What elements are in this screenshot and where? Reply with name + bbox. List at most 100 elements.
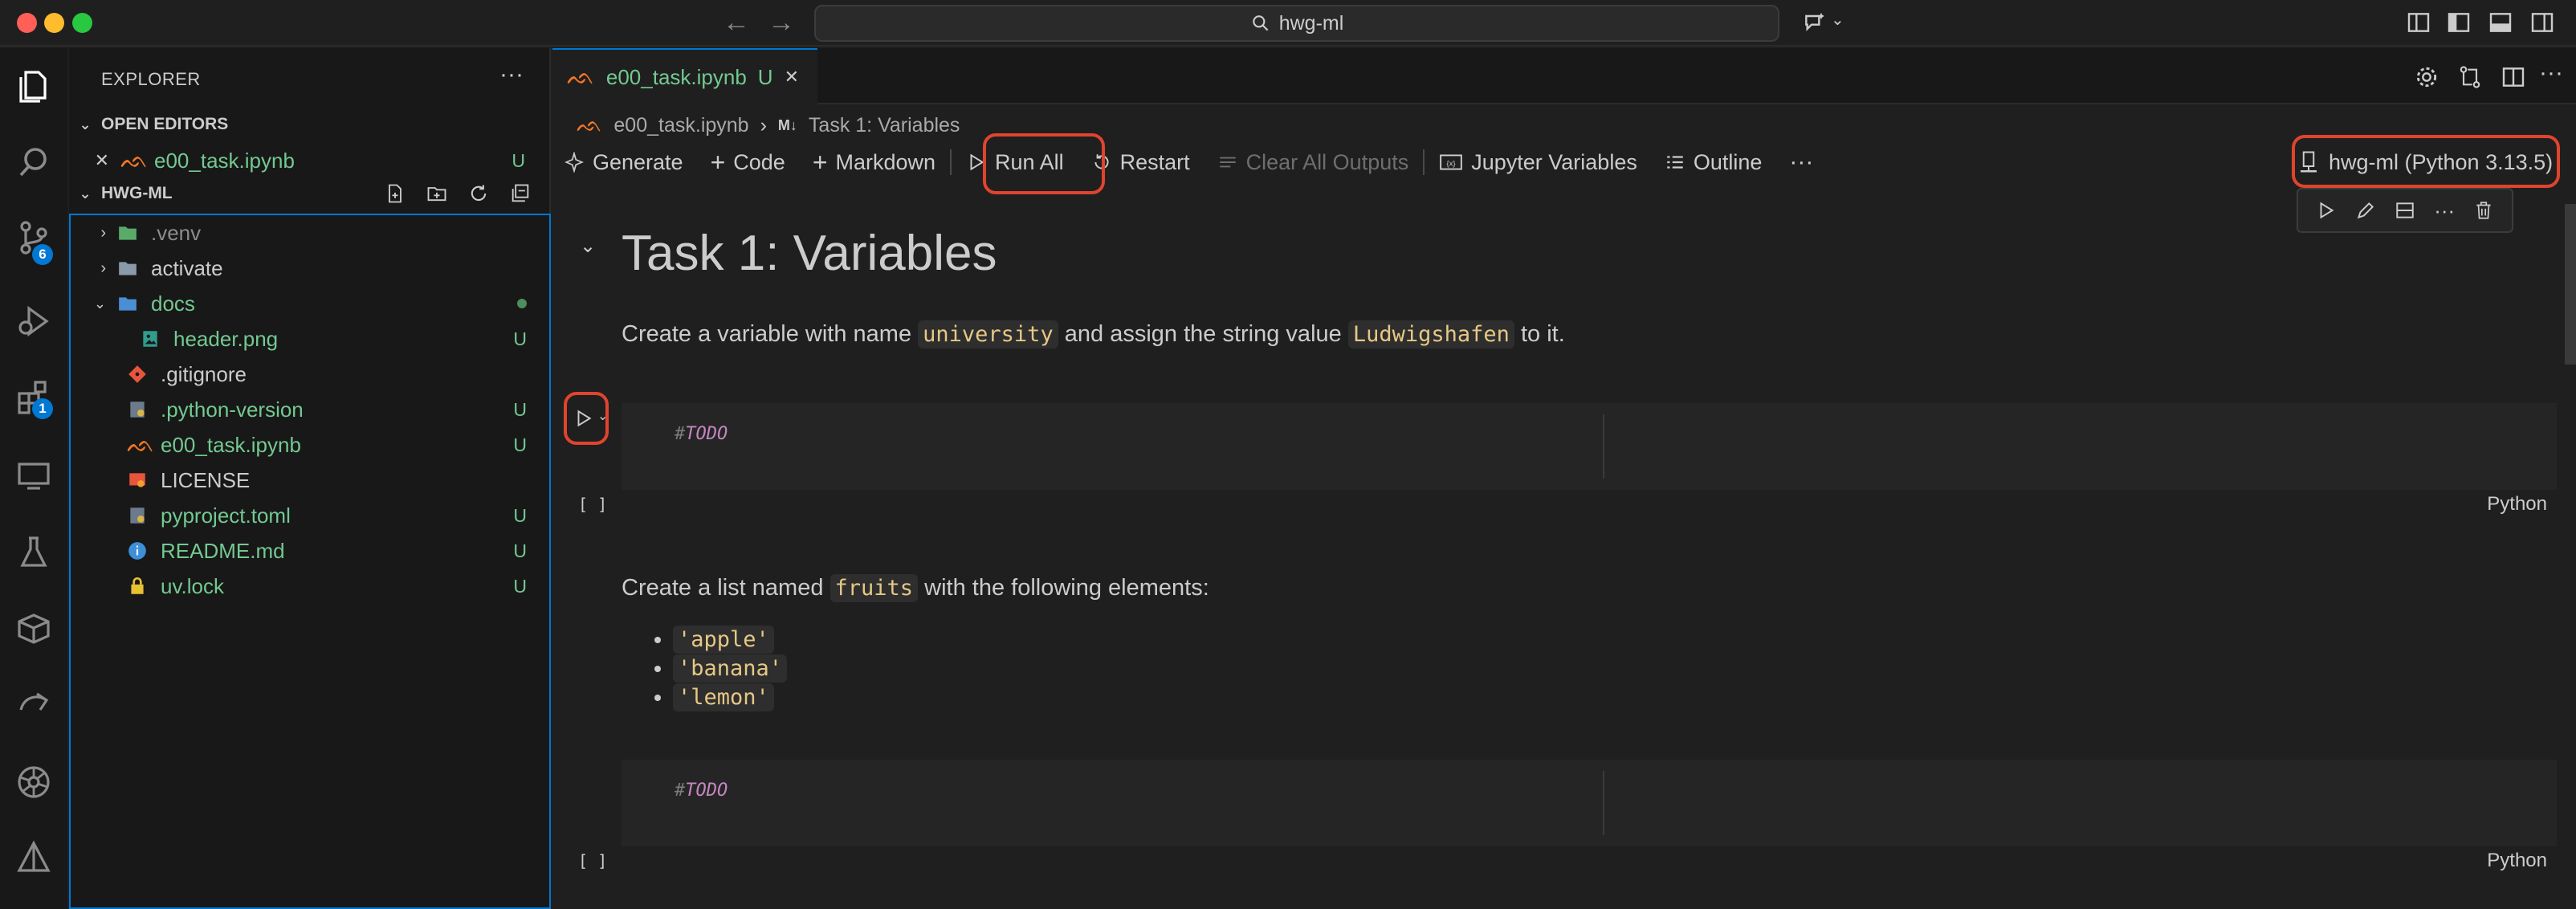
tree-item-readme[interactable]: README.md U	[71, 533, 551, 569]
close-window-button[interactable]	[17, 13, 37, 33]
run-cell-icon[interactable]	[573, 408, 594, 429]
split-editor-icon[interactable]	[2501, 64, 2526, 90]
config-file-icon	[130, 402, 145, 418]
copilot-icon[interactable]	[1802, 10, 1828, 35]
containers-icon[interactable]	[14, 609, 53, 647]
list-item: 'banana'	[673, 654, 788, 684]
split-cell-icon[interactable]	[2395, 200, 2415, 221]
restart-button[interactable]: Restart	[1091, 150, 1190, 175]
plus-icon: +	[812, 147, 828, 177]
toggle-secondary-sidebar-icon[interactable]	[2529, 10, 2555, 35]
command-center-search[interactable]: hwg-ml	[814, 5, 1779, 42]
customize-layout-icon[interactable]	[2406, 10, 2431, 35]
code-content[interactable]: #TODO	[675, 424, 728, 444]
cell-language[interactable]: Python	[2487, 493, 2547, 516]
search-text: hwg-ml	[1278, 11, 1344, 35]
search-icon	[1252, 15, 1269, 31]
testing-icon[interactable]	[14, 533, 53, 572]
markdown-paragraph-1: Create a variable with name university a…	[622, 320, 1565, 349]
tree-item-e00-task[interactable]: ᨒ e00_task.ipynb U	[71, 427, 551, 463]
kubernetes-icon[interactable]	[14, 763, 53, 801]
run-cell-icon[interactable]	[2316, 200, 2337, 221]
open-editors-header[interactable]: ⌄ OPEN EDITORS	[69, 108, 551, 141]
markdown-icon: M↓	[777, 116, 797, 133]
kernel-picker[interactable]: hwg-ml (Python 3.13.5)	[2298, 143, 2555, 181]
tree-item-venv[interactable]: › .venv	[71, 215, 551, 251]
minimize-window-button[interactable]	[44, 13, 64, 33]
tab-e00-task[interactable]: ᨒ e00_task.ipynb U ✕	[552, 48, 817, 104]
run-debug-icon[interactable]	[14, 302, 53, 340]
maximize-window-button[interactable]	[72, 13, 92, 33]
gear-icon[interactable]	[2414, 64, 2439, 90]
markdown-paragraph-2: Create a list named fruits with the foll…	[622, 574, 1209, 602]
toml-file-icon	[130, 507, 145, 524]
more-actions-icon[interactable]: ···	[1789, 149, 1813, 176]
outline-button[interactable]: Outline	[1665, 150, 1762, 175]
new-folder-icon[interactable]	[426, 182, 448, 205]
jupyter-file-icon: ᨒ	[577, 112, 603, 137]
tree-item-pyproject[interactable]: pyproject.toml U	[71, 498, 551, 533]
tree-item-header-png[interactable]: header.png U	[71, 321, 551, 357]
vertical-scrollbar[interactable]	[2565, 204, 2576, 365]
code-cell-2[interactable]: #TODO	[622, 760, 2557, 846]
project-header[interactable]: ⌄ HWG-ML	[69, 177, 551, 210]
tree-item-license[interactable]: LICENSE	[71, 463, 551, 498]
delete-icon[interactable]	[2473, 200, 2494, 221]
list-icon	[1667, 156, 1683, 169]
jupyter-variables-button[interactable]: {x} Jupyter Variables	[1439, 150, 1637, 175]
clear-all-outputs-button[interactable]: Clear All Outputs	[1217, 150, 1408, 175]
notebook-editor: ᨒ e00_task.ipynb U ✕ ··· ᨒ e00_task.ipyn…	[552, 48, 2576, 909]
tree-item-gitignore[interactable]: .gitignore	[71, 357, 551, 392]
search-icon[interactable]	[14, 143, 53, 181]
collapse-all-icon[interactable]	[509, 182, 532, 205]
jupyter-file-icon: ᨒ	[127, 432, 155, 457]
source-control-badge: 6	[32, 244, 53, 265]
tree-item-docs[interactable]: ⌄ docs	[71, 286, 551, 321]
compare-changes-icon[interactable]	[2457, 64, 2483, 90]
more-actions-icon[interactable]: ···	[2434, 198, 2455, 223]
extensions-badge: 1	[32, 398, 53, 419]
breadcrumb-file[interactable]: e00_task.ipynb	[613, 114, 748, 137]
explorer-icon[interactable]	[14, 67, 53, 106]
cell-toolbar: ···	[2297, 188, 2513, 233]
open-editor-item[interactable]: ✕ ᨒ e00_task.ipynb U	[69, 143, 549, 178]
breadcrumb-section[interactable]: Task 1: Variables	[809, 114, 960, 137]
tree-item-python-version[interactable]: .python-version U	[71, 392, 551, 427]
chevron-down-icon[interactable]: ⌄	[1831, 10, 1844, 30]
more-actions-icon[interactable]: ···	[499, 61, 524, 88]
back-arrow-icon[interactable]: ←	[723, 8, 750, 37]
jupyter-file-icon: ᨒ	[567, 63, 595, 89]
more-actions-icon[interactable]: ···	[2539, 59, 2563, 87]
tree-item-uv-lock[interactable]: uv.lock U	[71, 569, 551, 604]
refresh-icon[interactable]	[467, 182, 490, 205]
file-tree: › .venv › activate ⌄ docs header.png U .…	[69, 214, 551, 909]
tree-item-activate[interactable]: › activate	[71, 251, 551, 286]
close-icon[interactable]: ✕	[785, 67, 799, 88]
edit-icon[interactable]	[2355, 200, 2376, 221]
code-cell-1[interactable]: #TODO	[622, 403, 2557, 490]
chevron-down-icon[interactable]: ⌄	[597, 408, 608, 424]
remote-icon[interactable]	[14, 684, 53, 723]
toolbar-divider	[1423, 149, 1425, 175]
add-markdown-button[interactable]: + Markdown	[813, 148, 935, 177]
tab-bar: ᨒ e00_task.ipynb U ✕ ···	[552, 48, 2576, 104]
title-bar: ← → hwg-ml ⌄	[0, 0, 2576, 47]
toggle-primary-sidebar-icon[interactable]	[2446, 10, 2472, 35]
chevron-right-icon: ›	[100, 223, 106, 242]
remote-explorer-icon[interactable]	[14, 456, 53, 495]
cell-language[interactable]: Python	[2487, 850, 2547, 872]
collapse-chevron-icon[interactable]: ⌄	[580, 234, 596, 258]
generate-button[interactable]: Generate	[564, 150, 683, 175]
add-code-button[interactable]: + Code	[711, 148, 785, 177]
forward-arrow-icon[interactable]: →	[768, 8, 795, 37]
code-content[interactable]: #TODO	[675, 781, 728, 801]
clear-all-icon	[1219, 157, 1236, 168]
inline-code: fruits	[829, 574, 919, 602]
info-icon	[128, 542, 146, 560]
fruit-list: 'apple' 'banana' 'lemon'	[654, 626, 788, 713]
close-icon[interactable]: ✕	[69, 150, 109, 171]
copilot-chat-icon[interactable]	[14, 838, 53, 877]
new-file-icon[interactable]	[384, 182, 406, 205]
toggle-panel-icon[interactable]	[2488, 10, 2513, 35]
variables-icon: {x}	[1440, 154, 1463, 170]
